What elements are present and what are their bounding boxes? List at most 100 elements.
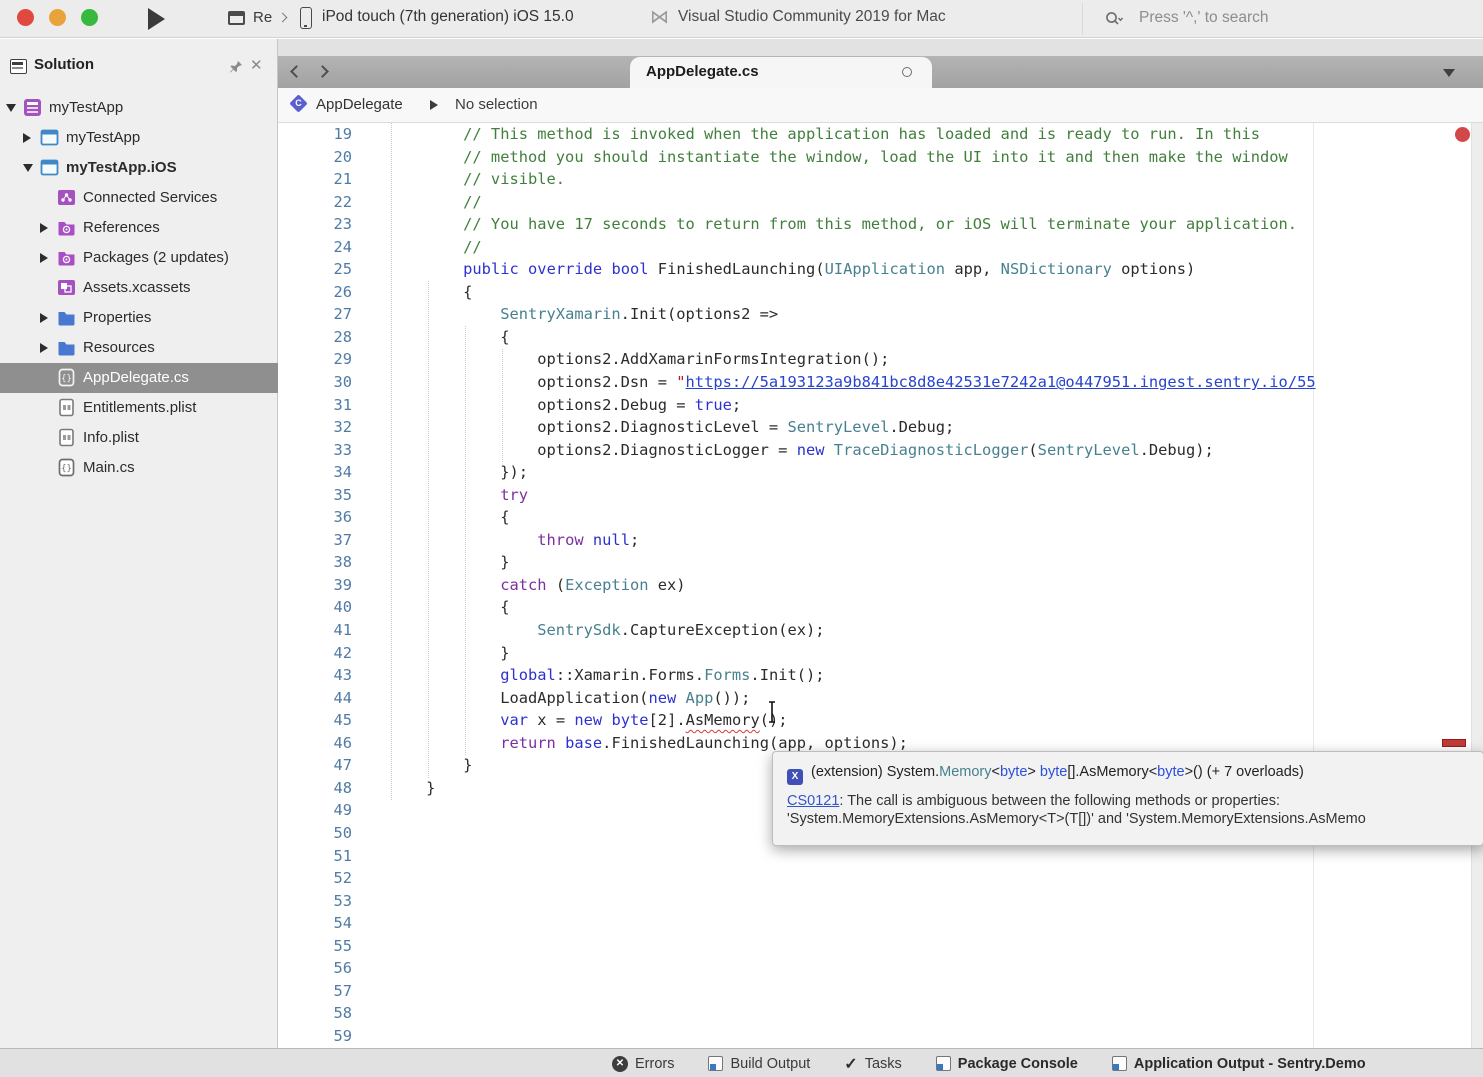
breadcrumb-type[interactable]: AppDelegate xyxy=(316,96,403,113)
collapse-arrow-icon[interactable] xyxy=(6,104,16,112)
code-line-34[interactable]: 34 }); xyxy=(278,461,1483,484)
sidebar-item-label: myTestApp xyxy=(66,129,140,146)
code-text xyxy=(352,890,389,913)
code-line-20[interactable]: 20 // method you should instantiate the … xyxy=(278,146,1483,169)
statusbar-build-output[interactable]: Build Output xyxy=(708,1056,810,1072)
plist-icon xyxy=(57,428,77,448)
line-number: 43 xyxy=(278,664,352,687)
code-line-53[interactable]: 53 xyxy=(278,890,1483,913)
expand-arrow-icon[interactable] xyxy=(40,313,48,323)
scrollbar-error-marker[interactable] xyxy=(1442,739,1466,747)
code-text xyxy=(352,912,389,935)
sidebar-item-resources[interactable]: Resources xyxy=(0,333,278,363)
code-line-25[interactable]: 25 public override bool FinishedLaunchin… xyxy=(278,258,1483,281)
configuration-selector[interactable]: Re xyxy=(253,9,272,26)
minimize-window-button[interactable] xyxy=(49,9,66,26)
zoom-window-button[interactable] xyxy=(81,9,98,26)
code-line-41[interactable]: 41 SentrySdk.CaptureException(ex); xyxy=(278,619,1483,642)
output-pad-icon xyxy=(708,1056,723,1071)
code-text xyxy=(352,1025,389,1048)
code-line-37[interactable]: 37 throw null; xyxy=(278,529,1483,552)
code-line-23[interactable]: 23 // You have 17 seconds to return from… xyxy=(278,213,1483,236)
code-line-56[interactable]: 56 xyxy=(278,957,1483,980)
tab-list-dropdown-icon[interactable] xyxy=(1443,69,1455,77)
line-number: 53 xyxy=(278,890,352,913)
code-editor[interactable]: 19 // This method is invoked when the ap… xyxy=(278,123,1483,1048)
code-line-42[interactable]: 42 } xyxy=(278,642,1483,665)
error-code-link[interactable]: CS0121 xyxy=(787,793,839,809)
tooltip-error-text: : The call is ambiguous between the foll… xyxy=(839,793,1280,809)
code-line-32[interactable]: 32 options2.DiagnosticLevel = SentryLeve… xyxy=(278,416,1483,439)
tab-appdelegate[interactable]: AppDelegate.cs xyxy=(630,57,932,88)
pin-icon[interactable] xyxy=(229,59,244,79)
line-number: 35 xyxy=(278,484,352,507)
code-line-51[interactable]: 51 xyxy=(278,845,1483,868)
code-line-38[interactable]: 38 } xyxy=(278,551,1483,574)
code-text: // xyxy=(352,191,482,214)
sidebar-item-entitlements-plist[interactable]: Entitlements.plist xyxy=(0,393,278,423)
code-line-28[interactable]: 28 { xyxy=(278,326,1483,349)
statusbar-errors[interactable]: ✕Errors xyxy=(612,1056,674,1072)
navigate-back-button[interactable] xyxy=(290,65,303,78)
code-line-19[interactable]: 19 // This method is invoked when the ap… xyxy=(278,123,1483,146)
sidebar-item-references[interactable]: References xyxy=(0,213,278,243)
expand-arrow-icon[interactable] xyxy=(40,253,48,263)
code-line-43[interactable]: 43 global::Xamarin.Forms.Forms.Init(); xyxy=(278,664,1483,687)
code-line-36[interactable]: 36 { xyxy=(278,506,1483,529)
sidebar-item-mytestapp[interactable]: myTestApp xyxy=(0,123,278,153)
close-window-button[interactable] xyxy=(17,9,34,26)
code-line-29[interactable]: 29 options2.AddXamarinFormsIntegration()… xyxy=(278,348,1483,371)
line-number: 46 xyxy=(278,732,352,755)
sidebar-item-info-plist[interactable]: Info.plist xyxy=(0,423,278,453)
navigate-forward-button[interactable] xyxy=(316,65,329,78)
statusbar-label: Application Output - Sentry.Demo xyxy=(1134,1056,1366,1072)
code-line-33[interactable]: 33 options2.DiagnosticLogger = new Trace… xyxy=(278,439,1483,462)
breadcrumb-selection[interactable]: No selection xyxy=(455,96,538,113)
code-line-54[interactable]: 54 xyxy=(278,912,1483,935)
code-line-39[interactable]: 39 catch (Exception ex) xyxy=(278,574,1483,597)
line-number: 34 xyxy=(278,461,352,484)
expand-arrow-icon[interactable] xyxy=(23,133,31,143)
line-number: 47 xyxy=(278,754,352,777)
collapse-arrow-icon[interactable] xyxy=(23,164,33,172)
sidebar-item-connected-services[interactable]: Connected Services xyxy=(0,183,278,213)
code-line-31[interactable]: 31 options2.Debug = true; xyxy=(278,394,1483,417)
code-line-21[interactable]: 21 // visible. xyxy=(278,168,1483,191)
run-button[interactable] xyxy=(148,8,165,30)
sidebar-item-properties[interactable]: Properties xyxy=(0,303,278,333)
line-number: 24 xyxy=(278,236,352,259)
code-line-44[interactable]: 44 LoadApplication(new App()); xyxy=(278,687,1483,710)
sidebar-item-main-cs[interactable]: {}Main.cs xyxy=(0,453,278,483)
statusbar-package-console[interactable]: Package Console xyxy=(936,1056,1078,1072)
close-icon[interactable]: ✕ xyxy=(250,56,263,74)
sidebar-item-mytestapp[interactable]: myTestApp xyxy=(0,93,278,123)
expand-arrow-icon[interactable] xyxy=(40,223,48,233)
sidebar-item-packages-2-updates-[interactable]: Packages (2 updates) xyxy=(0,243,278,273)
output-pad-icon xyxy=(1112,1056,1127,1071)
device-selector[interactable]: iPod touch (7th generation) iOS 15.0 xyxy=(322,8,574,26)
code-line-24[interactable]: 24 // xyxy=(278,236,1483,259)
code-line-58[interactable]: 58 xyxy=(278,1002,1483,1025)
code-line-22[interactable]: 22 // xyxy=(278,191,1483,214)
code-line-27[interactable]: 27 SentryXamarin.Init(options2 => xyxy=(278,303,1483,326)
expand-arrow-icon[interactable] xyxy=(40,343,48,353)
code-text: } xyxy=(352,754,472,777)
code-line-52[interactable]: 52 xyxy=(278,867,1483,890)
code-line-57[interactable]: 57 xyxy=(278,980,1483,1003)
sidebar-item-assets-xcassets[interactable]: Assets.xcassets xyxy=(0,273,278,303)
statusbar-application-output-sentry-demo[interactable]: Application Output - Sentry.Demo xyxy=(1112,1056,1366,1072)
code-line-59[interactable]: 59 xyxy=(278,1025,1483,1048)
code-line-26[interactable]: 26 { xyxy=(278,281,1483,304)
sidebar-item-mytestapp-ios[interactable]: myTestApp.iOS xyxy=(0,153,278,183)
code-line-45[interactable]: 45 var x = new byte[2].AsMemory(); xyxy=(278,709,1483,732)
sidebar-item-appdelegate-cs[interactable]: {}AppDelegate.cs xyxy=(0,363,278,393)
code-line-40[interactable]: 40 { xyxy=(278,596,1483,619)
code-line-30[interactable]: 30 options2.Dsn = "https://5a193123a9b84… xyxy=(278,371,1483,394)
search-icon[interactable] xyxy=(1105,11,1121,27)
code-line-35[interactable]: 35 try xyxy=(278,484,1483,507)
code-line-55[interactable]: 55 xyxy=(278,935,1483,958)
statusbar-tasks[interactable]: ✓Tasks xyxy=(844,1054,901,1074)
scrollbar[interactable] xyxy=(1471,123,1483,1048)
search-field[interactable]: Press '^,' to search xyxy=(1082,3,1474,35)
line-number: 23 xyxy=(278,213,352,236)
